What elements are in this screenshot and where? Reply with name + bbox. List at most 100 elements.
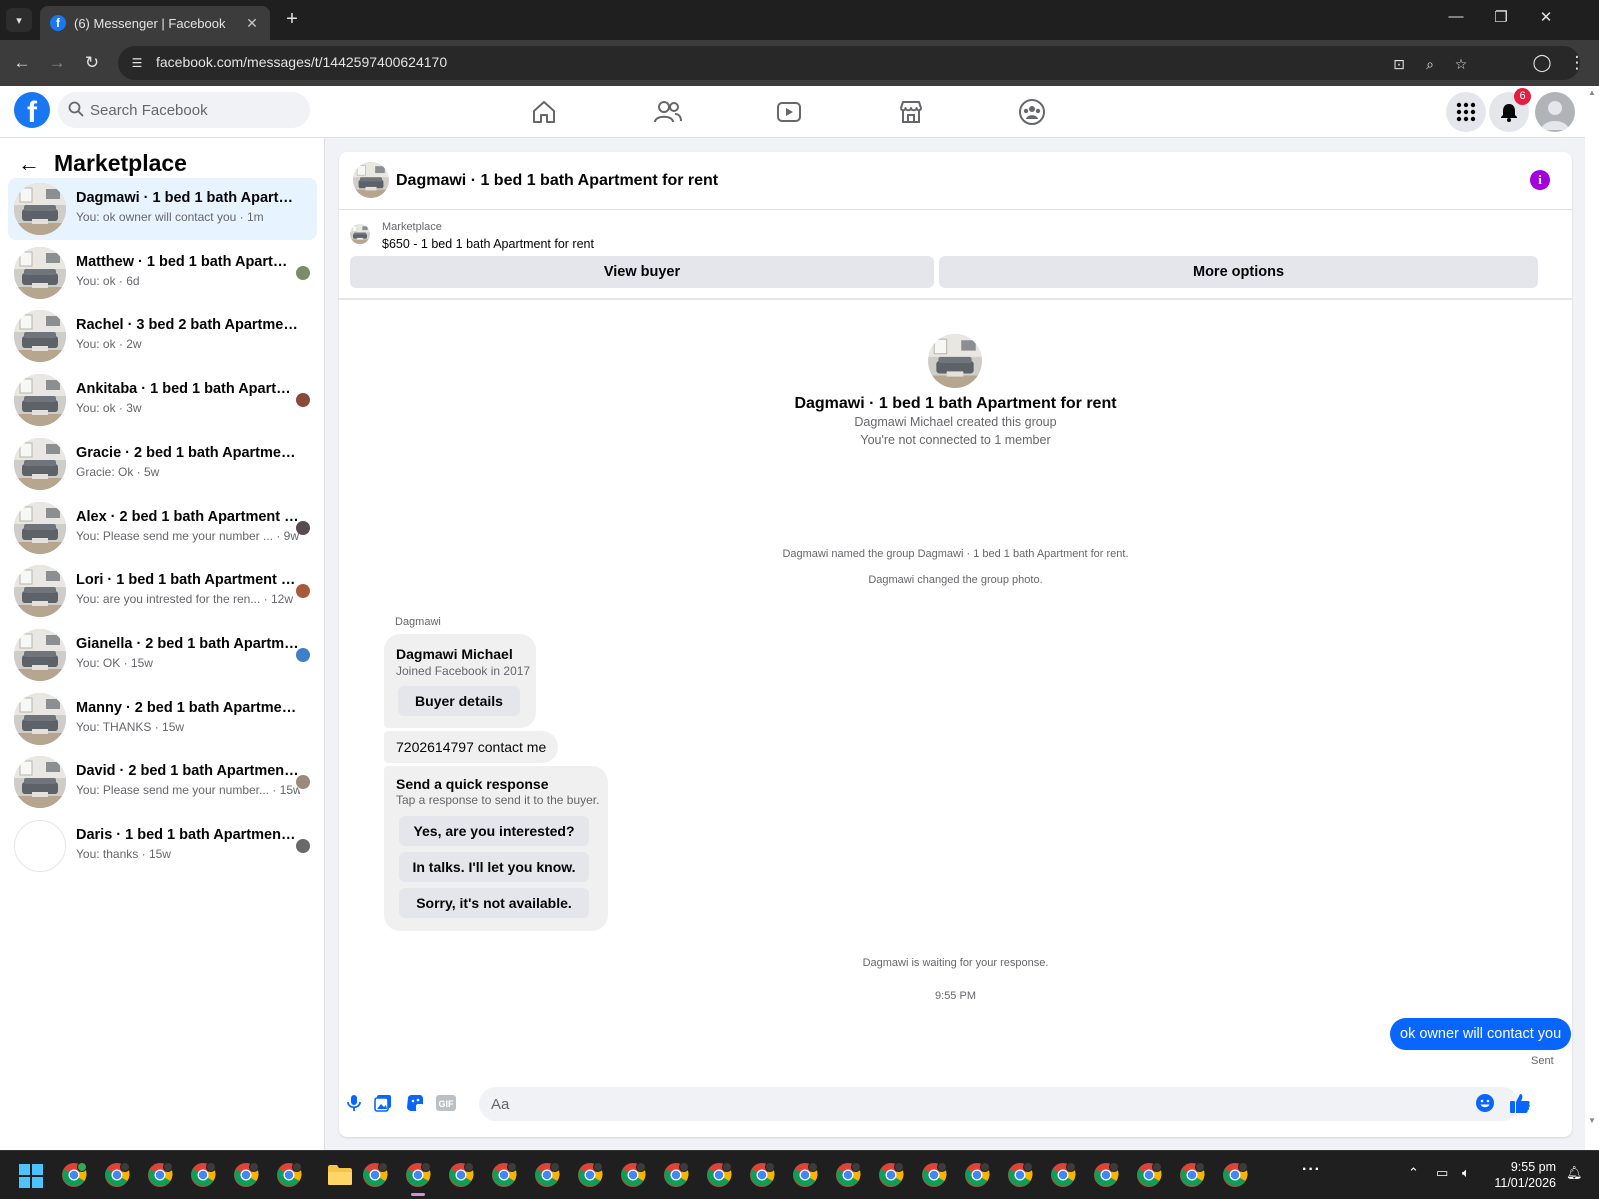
chrome-taskbar-icon[interactable] <box>706 1162 732 1188</box>
emoji-icon[interactable] <box>1474 1092 1496 1114</box>
url-text[interactable]: facebook.com/messages/t/1442597400624170 <box>156 54 447 70</box>
forward-arrow-icon[interactable]: → <box>45 51 69 75</box>
tab-search-chevron-icon[interactable]: ▾ <box>6 8 32 32</box>
chrome-taskbar-icon[interactable] <box>534 1162 560 1188</box>
menu-grid-button[interactable] <box>1446 92 1486 132</box>
tray-chevron-up-icon[interactable]: ⌃ <box>1408 1165 1419 1181</box>
volume-icon[interactable]: 🔈︎ <box>1462 1165 1470 1181</box>
nav-marketplace[interactable] <box>856 90 966 134</box>
chrome-taskbar-icon[interactable] <box>835 1162 861 1188</box>
info-icon[interactable]: i <box>1530 170 1550 190</box>
chrome-taskbar-icon[interactable] <box>878 1162 904 1188</box>
conversation-item[interactable]: Gianella · 2 bed 1 bath Apartme... You: O… <box>8 624 317 686</box>
file-explorer-icon[interactable] <box>327 1164 353 1186</box>
site-info-icon[interactable]: ☰ <box>128 54 146 72</box>
facebook-logo-icon[interactable]: f <box>14 92 50 128</box>
search-box[interactable] <box>58 92 310 128</box>
chrome-taskbar-icon[interactable] <box>1093 1162 1119 1188</box>
nav-home[interactable] <box>489 90 599 134</box>
notification-center-icon[interactable]: 🔔︎ <box>1566 1165 1583 1181</box>
restore-icon[interactable]: ❐ <box>1486 8 1516 26</box>
nav-groups[interactable] <box>977 90 1087 134</box>
chrome-taskbar-icon[interactable] <box>577 1162 603 1188</box>
apartment-photo-icon <box>350 224 370 244</box>
browser-menu-icon[interactable]: ⋮ <box>1565 51 1589 75</box>
chrome-taskbar-icon[interactable] <box>448 1162 474 1188</box>
conversation-item[interactable]: Lori · 1 bed 1 bath Apartment fo... You: … <box>8 560 317 622</box>
search-input[interactable] <box>90 92 300 128</box>
nav-watch[interactable] <box>734 90 844 134</box>
chrome-taskbar-icon[interactable] <box>190 1162 216 1188</box>
network-icon[interactable]: ▭ <box>1436 1165 1448 1181</box>
conversation-item[interactable]: Matthew · 1 bed 1 bath Apartme... You: ok… <box>8 242 317 304</box>
minimize-icon[interactable]: — <box>1441 8 1471 25</box>
system-clock[interactable]: 9:55 pm 11/01/2026 <box>1492 1159 1556 1191</box>
page-scrollbar[interactable]: ▲ ▼ <box>1585 86 1599 1150</box>
chrome-taskbar-icon[interactable] <box>620 1162 646 1188</box>
nav-friends[interactable] <box>613 90 723 134</box>
tab-close-icon[interactable]: ✕ <box>244 15 260 32</box>
browser-tab[interactable]: f (6) Messenger | Facebook ✕ <box>40 6 270 40</box>
bookmark-star-icon[interactable]: ☆ <box>1451 54 1471 74</box>
chrome-taskbar-icon[interactable] <box>663 1162 689 1188</box>
chrome-taskbar-icon[interactable] <box>61 1162 87 1188</box>
chat-title[interactable]: Dagmawi · 1 bed 1 bath Apartment for ren… <box>396 172 718 190</box>
conversation-item[interactable]: Alex · 2 bed 1 bath Apartment f... You: P… <box>8 497 317 559</box>
chrome-taskbar-icon[interactable] <box>362 1162 388 1188</box>
chrome-taskbar-icon[interactable] <box>1179 1162 1205 1188</box>
conversation-preview: You: ok owner will contact you · 1m <box>76 210 264 224</box>
chrome-taskbar-icon[interactable] <box>276 1162 302 1188</box>
scroll-up-icon[interactable]: ▲ <box>1588 88 1596 97</box>
gif-icon[interactable]: GIF <box>435 1092 457 1114</box>
conversation-item[interactable]: Gracie · 2 bed 1 bath Apartment fo... Gra… <box>8 433 317 495</box>
thumbs-up-icon[interactable] <box>1509 1092 1531 1114</box>
view-buyer-button[interactable]: View buyer <box>350 256 934 288</box>
chat-header: Dagmawi · 1 bed 1 bath Apartment for ren… <box>339 152 1572 210</box>
quick-response-button[interactable]: In talks. I'll let you know. <box>399 852 589 882</box>
chrome-taskbar-icon[interactable] <box>491 1162 517 1188</box>
listing-title[interactable]: $650 - 1 bed 1 bath Apartment for rent <box>382 237 594 251</box>
chrome-taskbar-icon[interactable] <box>964 1162 990 1188</box>
quick-response-button[interactable]: Yes, are you interested? <box>399 816 589 846</box>
more-apps-icon[interactable]: ··· <box>1302 1161 1321 1179</box>
new-tab-plus-icon[interactable]: + <box>280 8 304 32</box>
chrome-taskbar-icon[interactable] <box>233 1162 259 1188</box>
chrome-taskbar-icon[interactable] <box>1050 1162 1076 1188</box>
buyer-details-button[interactable]: Buyer details <box>398 686 520 716</box>
group-photo[interactable] <box>353 162 389 198</box>
windows-start-icon[interactable] <box>19 1164 43 1188</box>
scroll-down-icon[interactable]: ▼ <box>1588 1116 1596 1125</box>
quick-response-button[interactable]: Sorry, it's not available. <box>399 888 589 918</box>
chrome-taskbar-icon[interactable] <box>792 1162 818 1188</box>
conversation-item[interactable]: Rachel · 3 bed 2 bath Apartment f... You:… <box>8 305 317 367</box>
listing-thumbnail[interactable] <box>350 224 370 244</box>
chrome-taskbar-icon[interactable] <box>749 1162 775 1188</box>
conversation-item[interactable]: Manny · 2 bed 1 bath Apartment f... You: … <box>8 688 317 750</box>
message-input[interactable] <box>479 1087 1519 1121</box>
profile-icon[interactable]: ◯ <box>1530 51 1554 75</box>
reload-icon[interactable]: ↻ <box>80 51 104 75</box>
conversation-item[interactable]: Ankitaba · 1 bed 1 bath Apartme... You: o… <box>8 369 317 431</box>
omnibox[interactable]: ☰ facebook.com/messages/t/14425974006241… <box>118 46 1580 80</box>
back-arrow-icon[interactable]: ← <box>10 51 34 75</box>
conversation-item[interactable]: David · 2 bed 1 bath Apartment ... You: P… <box>8 751 317 813</box>
close-window-icon[interactable]: ✕ <box>1531 8 1561 26</box>
photo-icon[interactable] <box>372 1092 394 1114</box>
chrome-taskbar-icon[interactable] <box>405 1162 431 1188</box>
back-arrow-icon[interactable]: ← <box>18 151 40 177</box>
more-options-button[interactable]: More options <box>939 256 1538 288</box>
microphone-icon[interactable] <box>343 1092 365 1114</box>
chrome-taskbar-icon[interactable] <box>104 1162 130 1188</box>
chrome-taskbar-icon[interactable] <box>1222 1162 1248 1188</box>
chrome-taskbar-icon[interactable] <box>147 1162 173 1188</box>
participant-avatar <box>296 520 310 535</box>
sticker-icon[interactable] <box>404 1092 426 1114</box>
chrome-taskbar-icon[interactable] <box>1007 1162 1033 1188</box>
conversation-item[interactable]: Dagmawi · 1 bed 1 bath Apartment... You: … <box>8 178 317 240</box>
conversation-item[interactable]: Daris · 1 bed 1 bath Apartment f... You: … <box>8 815 317 877</box>
chrome-taskbar-icon[interactable] <box>921 1162 947 1188</box>
zoom-icon[interactable]: ⌕ <box>1420 54 1440 74</box>
account-avatar[interactable] <box>1535 92 1575 132</box>
chrome-taskbar-icon[interactable] <box>1136 1162 1162 1188</box>
install-app-icon[interactable]: ⊡ <box>1389 54 1409 74</box>
